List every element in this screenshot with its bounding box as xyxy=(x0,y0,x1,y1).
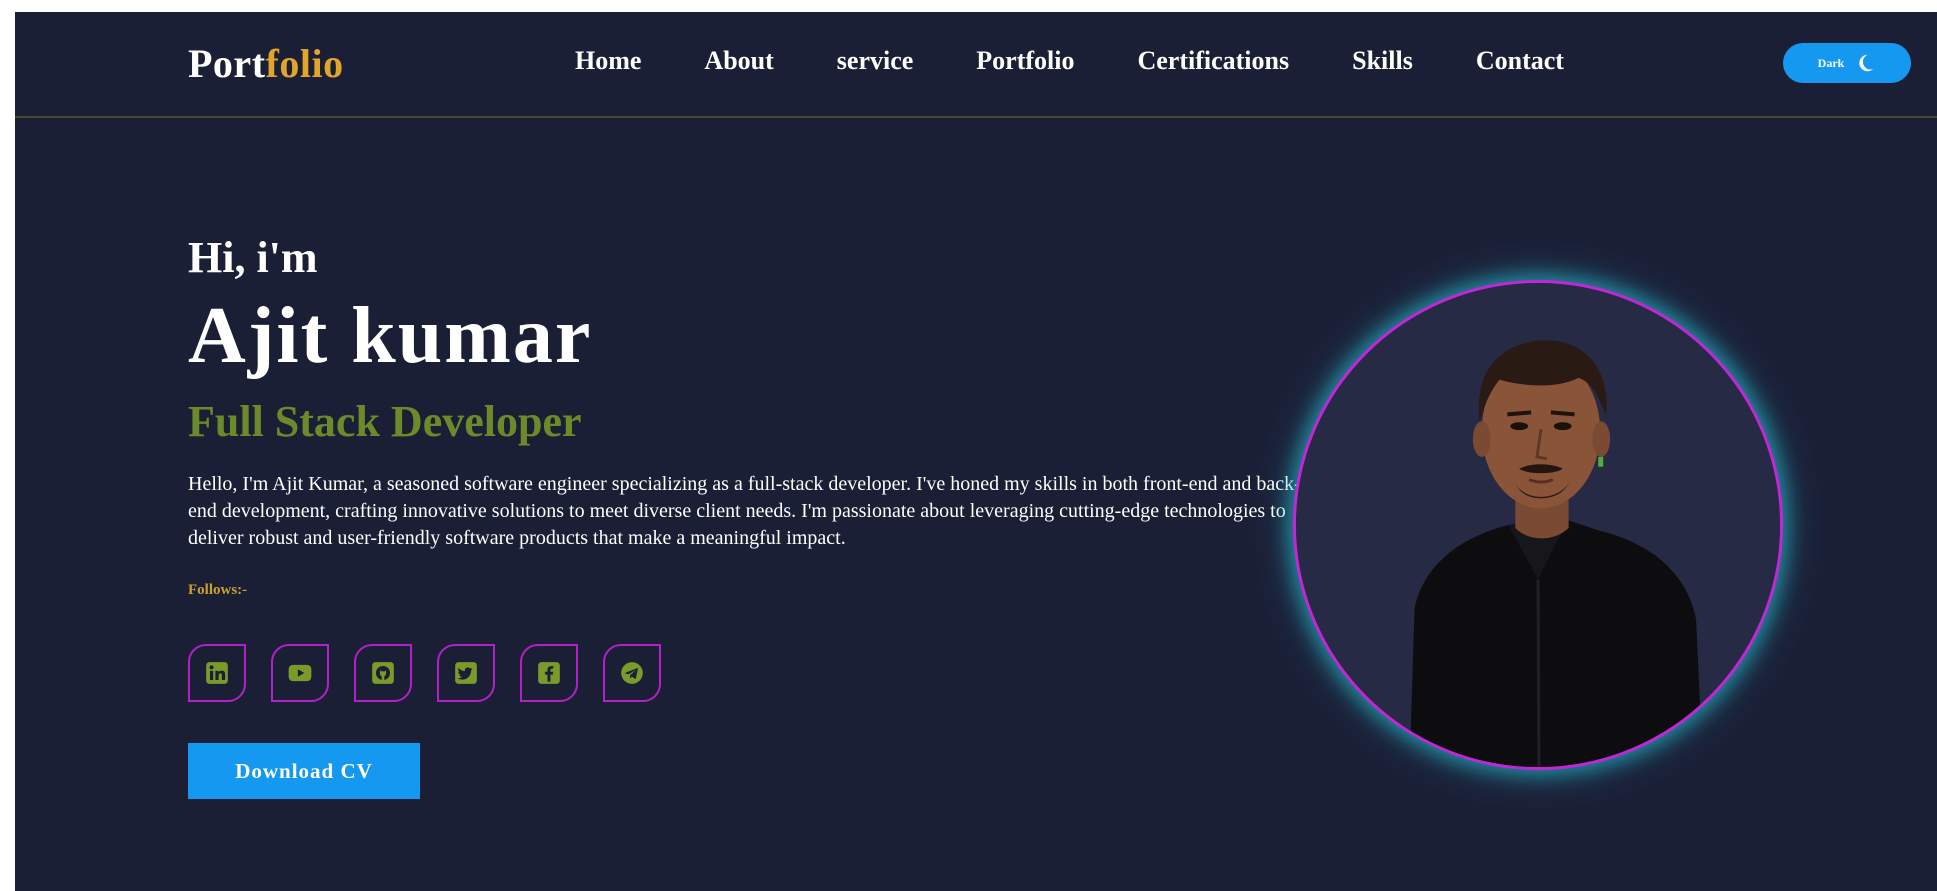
youtube-icon xyxy=(288,664,312,682)
github-link[interactable] xyxy=(354,644,412,702)
linkedin-link[interactable] xyxy=(188,644,246,702)
moon-icon xyxy=(1854,52,1876,74)
nav-about[interactable]: About xyxy=(704,46,773,76)
brand-logo[interactable]: Portfolio xyxy=(188,40,344,87)
nav-skills[interactable]: Skills xyxy=(1352,46,1413,76)
twitter-icon xyxy=(455,662,477,684)
download-cv-button[interactable]: Download CV xyxy=(188,743,420,799)
page-frame: Portfolio Home About service Portfolio C… xyxy=(15,12,1937,891)
hero-role: Full Stack Developer xyxy=(188,397,582,446)
nav-portfolio[interactable]: Portfolio xyxy=(976,46,1074,76)
profile-portrait-illustration xyxy=(1296,283,1780,767)
facebook-link[interactable] xyxy=(520,644,578,702)
theme-toggle-button[interactable]: Dark xyxy=(1783,43,1911,83)
nav-contact[interactable]: Contact xyxy=(1476,46,1564,76)
navbar: Portfolio Home About service Portfolio C… xyxy=(15,12,1937,118)
hero-description: Hello, I'm Ajit Kumar, a seasoned softwa… xyxy=(188,473,1301,549)
profile-photo xyxy=(1293,280,1783,770)
nav-service[interactable]: service xyxy=(837,46,914,76)
twitter-link[interactable] xyxy=(437,644,495,702)
telegram-icon xyxy=(621,662,643,684)
theme-toggle-label: Dark xyxy=(1817,55,1845,70)
nav-certifications[interactable]: Certifications xyxy=(1137,46,1289,76)
github-icon xyxy=(372,662,394,684)
social-links xyxy=(188,644,661,702)
hero-greeting: Hi, i'm xyxy=(188,233,318,282)
linkedin-icon xyxy=(206,662,228,684)
follows-label: Follows:- xyxy=(188,582,248,598)
nav-links: Home About service Portfolio Certificati… xyxy=(575,46,1564,76)
facebook-icon xyxy=(538,662,560,684)
brand-accent: folio xyxy=(265,41,344,86)
telegram-link[interactable] xyxy=(603,644,661,702)
youtube-link[interactable] xyxy=(271,644,329,702)
nav-home[interactable]: Home xyxy=(575,46,641,76)
hero-name: Ajit kumar xyxy=(188,292,593,380)
brand-main: Port xyxy=(188,41,266,86)
